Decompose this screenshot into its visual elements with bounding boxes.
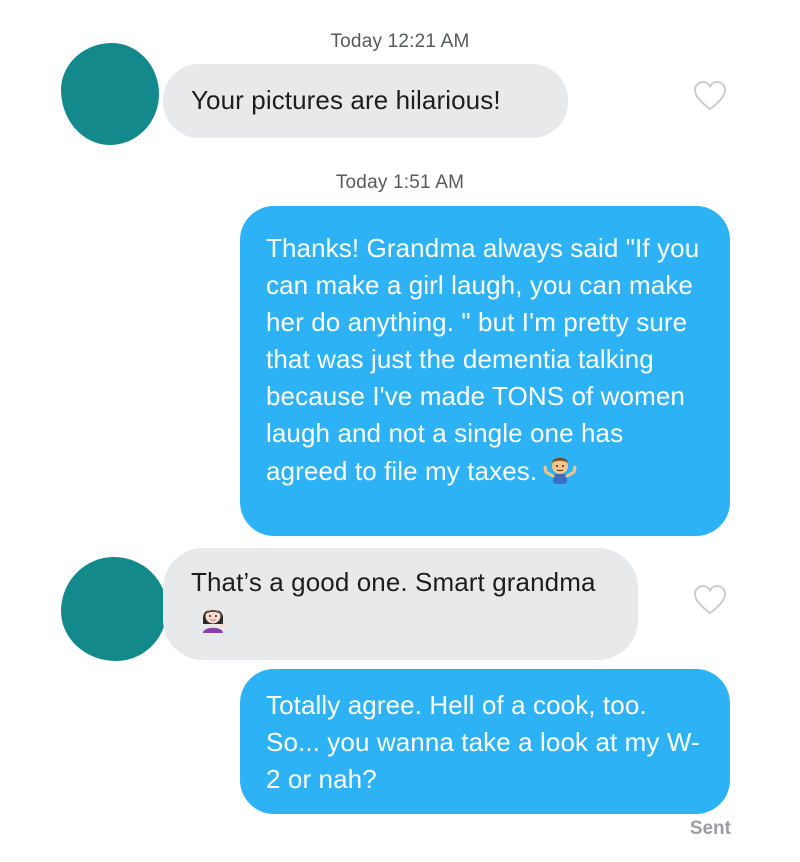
incoming-message[interactable]: That’s a good one. Smart grandma bbox=[163, 548, 638, 660]
sent-status: Sent bbox=[689, 818, 731, 839]
person-shrugging-emoji bbox=[543, 457, 577, 484]
message-text: Totally agree. Hell of a cook, too. So..… bbox=[266, 690, 700, 794]
heart-icon[interactable] bbox=[693, 80, 727, 112]
message-text: Thanks! Grandma always said "If you can … bbox=[266, 233, 700, 486]
message-text: Your pictures are hilarious! bbox=[191, 85, 501, 115]
message-text: That’s a good one. Smart grandma bbox=[191, 567, 596, 597]
heart-icon[interactable] bbox=[693, 584, 727, 616]
timestamp: Today 1:51 AM bbox=[335, 172, 465, 193]
woman-tipping-hand-emoji bbox=[203, 608, 228, 633]
incoming-message[interactable]: Your pictures are hilarious! bbox=[163, 64, 568, 138]
outgoing-message[interactable]: Thanks! Grandma always said "If you can … bbox=[240, 206, 730, 536]
avatar[interactable] bbox=[61, 557, 167, 661]
outgoing-message[interactable]: Totally agree. Hell of a cook, too. So..… bbox=[240, 669, 730, 814]
avatar[interactable] bbox=[61, 43, 159, 145]
